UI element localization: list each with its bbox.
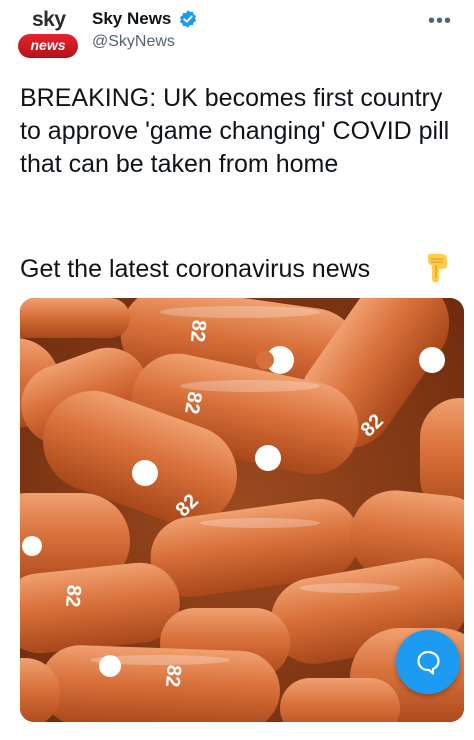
- handle[interactable]: @SkyNews: [92, 33, 175, 51]
- display-name[interactable]: Sky News: [92, 9, 171, 29]
- imprint-5: 82: [61, 584, 85, 608]
- verified-badge-icon: [179, 10, 197, 28]
- imprint-1: 82: [186, 319, 210, 343]
- tweet-text: BREAKING: UK becomes first country to ap…: [20, 84, 450, 178]
- more-options-icon[interactable]: •••: [428, 10, 452, 33]
- tweet-header: sky news Sky News @SkyNews •••: [0, 0, 474, 70]
- avatar[interactable]: sky news: [18, 8, 78, 62]
- compose-reply-button[interactable]: [396, 630, 460, 694]
- avatar-logo-top: sky: [32, 8, 66, 31]
- imprint-2: 82: [180, 390, 206, 416]
- pointing-down-hand-icon: [427, 254, 447, 283]
- avatar-logo-bottom: news: [30, 37, 66, 53]
- avatar-logo-badge: news: [18, 34, 78, 58]
- cta-text: Get the latest coronavirus news: [20, 255, 371, 283]
- compose-reply-icon: [417, 650, 440, 675]
- imprint-6: 82: [161, 664, 185, 688]
